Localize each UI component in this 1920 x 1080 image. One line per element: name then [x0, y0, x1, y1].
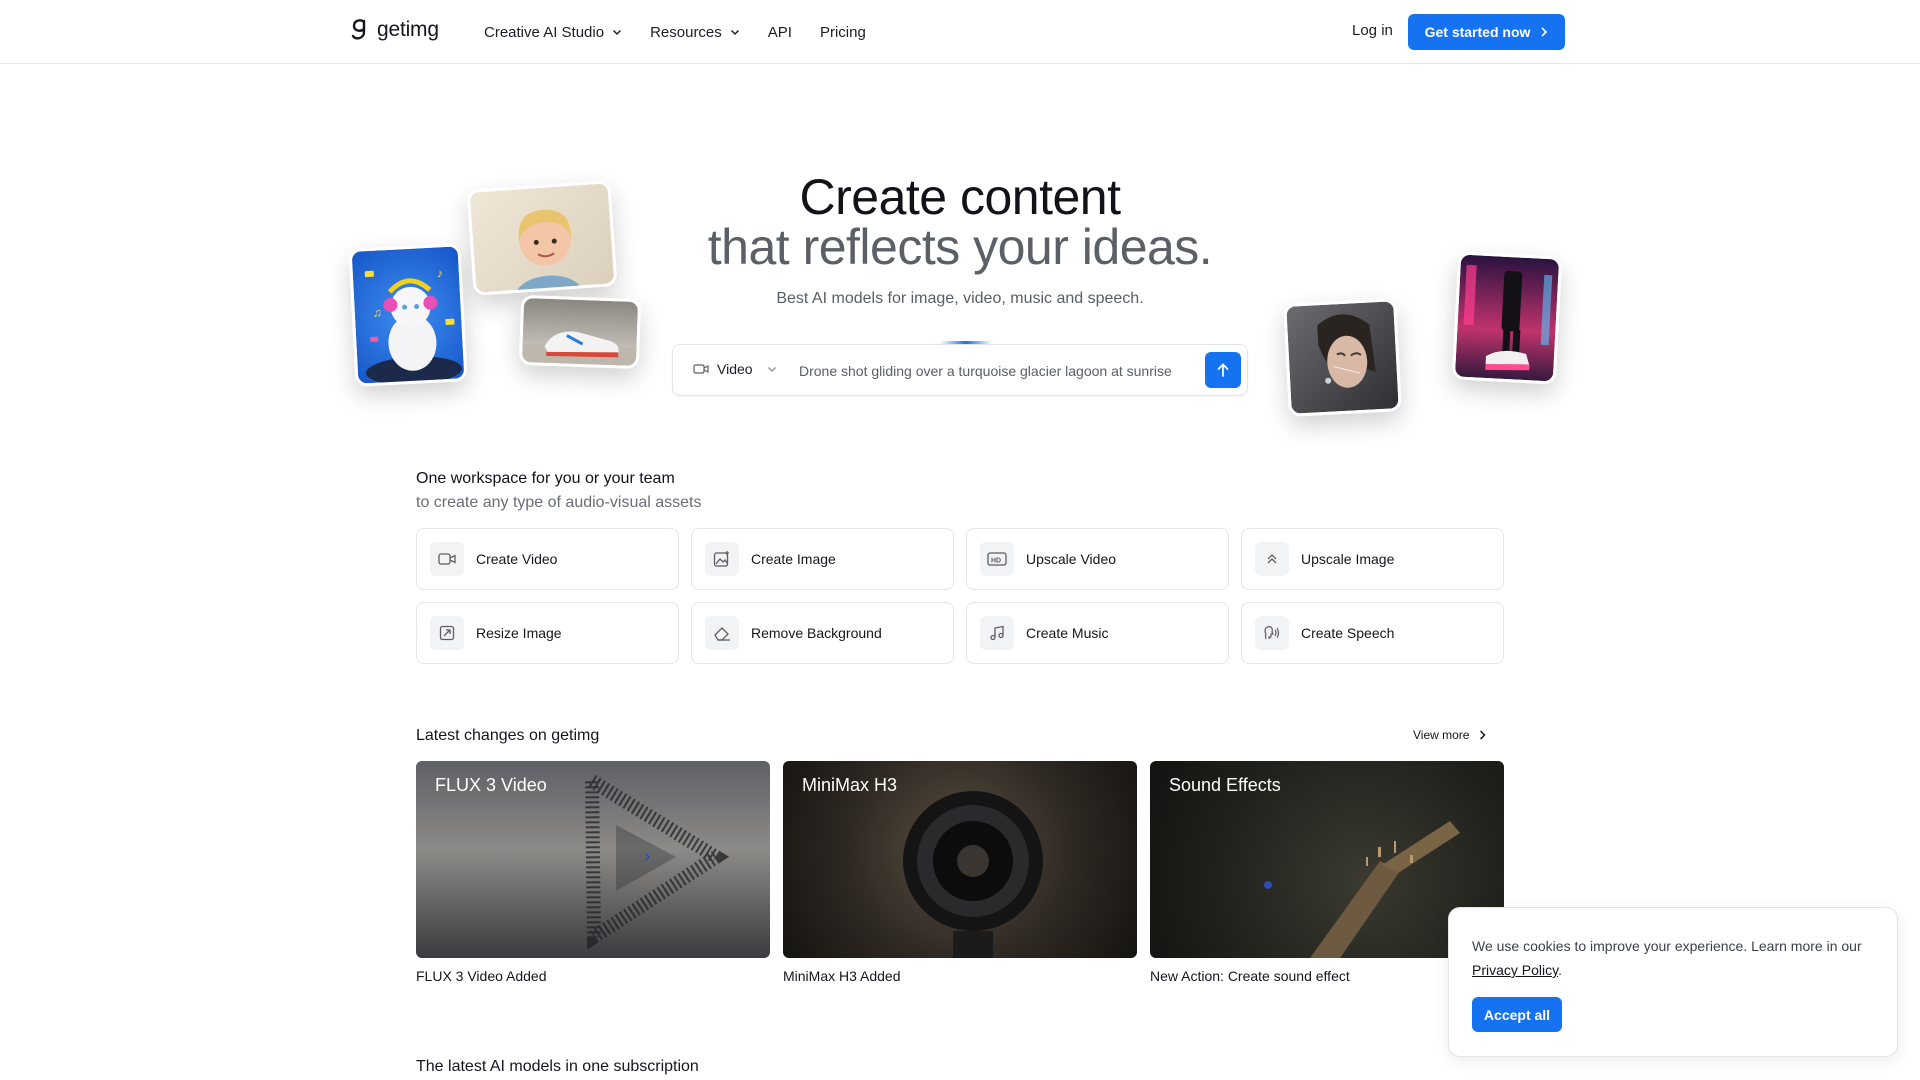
main-nav: Creative AI Studio Resources API Pricing — [484, 20, 894, 44]
nav-label: Creative AI Studio — [484, 23, 605, 41]
video-camera-icon — [430, 542, 464, 576]
nav-resources[interactable]: Resources — [650, 20, 740, 44]
tool-upscale-video[interactable]: HD Upscale Video — [966, 528, 1229, 590]
prompt-input[interactable]: Drone shot gliding over a turquoise glac… — [799, 363, 1172, 379]
mode-label: Video — [717, 361, 753, 377]
hero-title: Create content — [799, 169, 1121, 225]
tool-create-video[interactable]: Create Video — [416, 528, 679, 590]
sneaker-illustration — [521, 331, 642, 370]
news-card-minimax[interactable]: MiniMax H3 — [783, 761, 1137, 958]
nav-label: API — [767, 23, 792, 41]
cookie-message: We use cookies to improve your experienc… — [1472, 934, 1882, 982]
chevron-down-icon — [767, 367, 776, 372]
arrow-up-icon — [1217, 363, 1229, 377]
chevrons-up-icon — [1255, 542, 1289, 576]
get-started-button[interactable]: Get started now — [1408, 14, 1565, 50]
news-title: FLUX 3 Video — [435, 775, 547, 795]
tool-label: Create Video — [476, 551, 558, 567]
tool-remove-background[interactable]: Remove Background — [691, 602, 954, 664]
tool-label: Create Speech — [1301, 625, 1395, 641]
mode-selector[interactable]: Video — [693, 361, 777, 377]
view-more-label: View more — [1413, 728, 1470, 742]
speech-icon — [1255, 616, 1289, 650]
nav-pricing[interactable]: Pricing — [820, 20, 866, 44]
nav-label: Pricing — [819, 23, 866, 41]
getimg-logo-icon — [351, 19, 366, 40]
chevron-right-icon — [1480, 730, 1487, 740]
news-title: Sound Effects — [1169, 775, 1281, 795]
music-note-icon — [980, 616, 1014, 650]
view-more-link[interactable]: View more — [1413, 728, 1487, 742]
models-section-title: The latest AI models in one subscription — [416, 1058, 699, 1075]
cookie-text: We use cookies to improve your experienc… — [1472, 938, 1862, 954]
tool-label: Upscale Image — [1301, 551, 1395, 567]
news-caption: FLUX 3 Video Added — [416, 968, 547, 984]
tool-label: Remove Background — [751, 625, 882, 641]
hero-image-portrait — [1283, 298, 1402, 417]
get-started-label: Get started now — [1424, 24, 1531, 40]
privacy-policy-link[interactable]: Privacy Policy — [1472, 962, 1558, 978]
hd-icon: HD — [980, 542, 1014, 576]
chevron-down-icon — [613, 29, 622, 36]
tool-resize-image[interactable]: Resize Image — [416, 602, 679, 664]
nav-creative-ai-studio[interactable]: Creative AI Studio — [484, 20, 622, 44]
hero-title-line2: that reflects your ideas. — [707, 219, 1213, 275]
news-caption: New Action: Create sound effect — [1150, 968, 1350, 984]
portrait-illustration — [1317, 314, 1376, 388]
nav-label: Resources — [650, 23, 722, 41]
workspace-title: One workspace for you or your team — [416, 470, 675, 487]
cookie-suffix: . — [1558, 962, 1562, 978]
nav-api[interactable]: API — [768, 20, 792, 44]
tool-label: Resize Image — [476, 625, 562, 641]
logo-text: getimg — [377, 18, 439, 41]
top-navigation-bar: getimg Creative AI Studio Resources API … — [0, 0, 1920, 64]
latest-changes-title: Latest changes on getimg — [416, 727, 600, 744]
neon-street-illustration — [1463, 264, 1553, 371]
hero-subtitle: Best AI models for image, video, music a… — [776, 290, 1144, 307]
logo[interactable]: getimg — [351, 18, 439, 42]
cookie-banner: We use cookies to improve your experienc… — [1448, 907, 1898, 1057]
news-caption: MiniMax H3 Added — [783, 968, 901, 984]
tool-create-speech[interactable]: Create Speech — [1241, 602, 1504, 664]
prompt-bar: Video Drone shot gliding over a turquois… — [672, 344, 1248, 396]
svg-text:HD: HD — [991, 558, 1001, 565]
submit-prompt-button[interactable] — [1205, 352, 1241, 388]
tool-label: Create Image — [751, 551, 836, 567]
video-camera-icon — [693, 364, 709, 374]
chevron-right-icon — [1541, 27, 1548, 37]
accept-all-button[interactable]: Accept all — [1472, 997, 1562, 1032]
tool-create-image[interactable]: Create Image — [691, 528, 954, 590]
tool-upscale-image[interactable]: Upscale Image — [1241, 528, 1504, 590]
workspace-subtitle: to create any type of audio-visual asset… — [416, 494, 702, 511]
chevron-down-icon — [730, 29, 739, 36]
image-sparkle-icon — [705, 542, 739, 576]
tool-create-music[interactable]: Create Music — [966, 602, 1229, 664]
login-link[interactable]: Log in — [1352, 22, 1393, 39]
tool-label: Upscale Video — [1026, 551, 1117, 567]
news-card-flux3[interactable]: FLUX 3 Video — [416, 761, 770, 958]
resize-icon — [430, 616, 464, 650]
eraser-icon — [705, 616, 739, 650]
tool-label: Create Music — [1026, 625, 1109, 641]
news-title: MiniMax H3 — [802, 775, 898, 795]
